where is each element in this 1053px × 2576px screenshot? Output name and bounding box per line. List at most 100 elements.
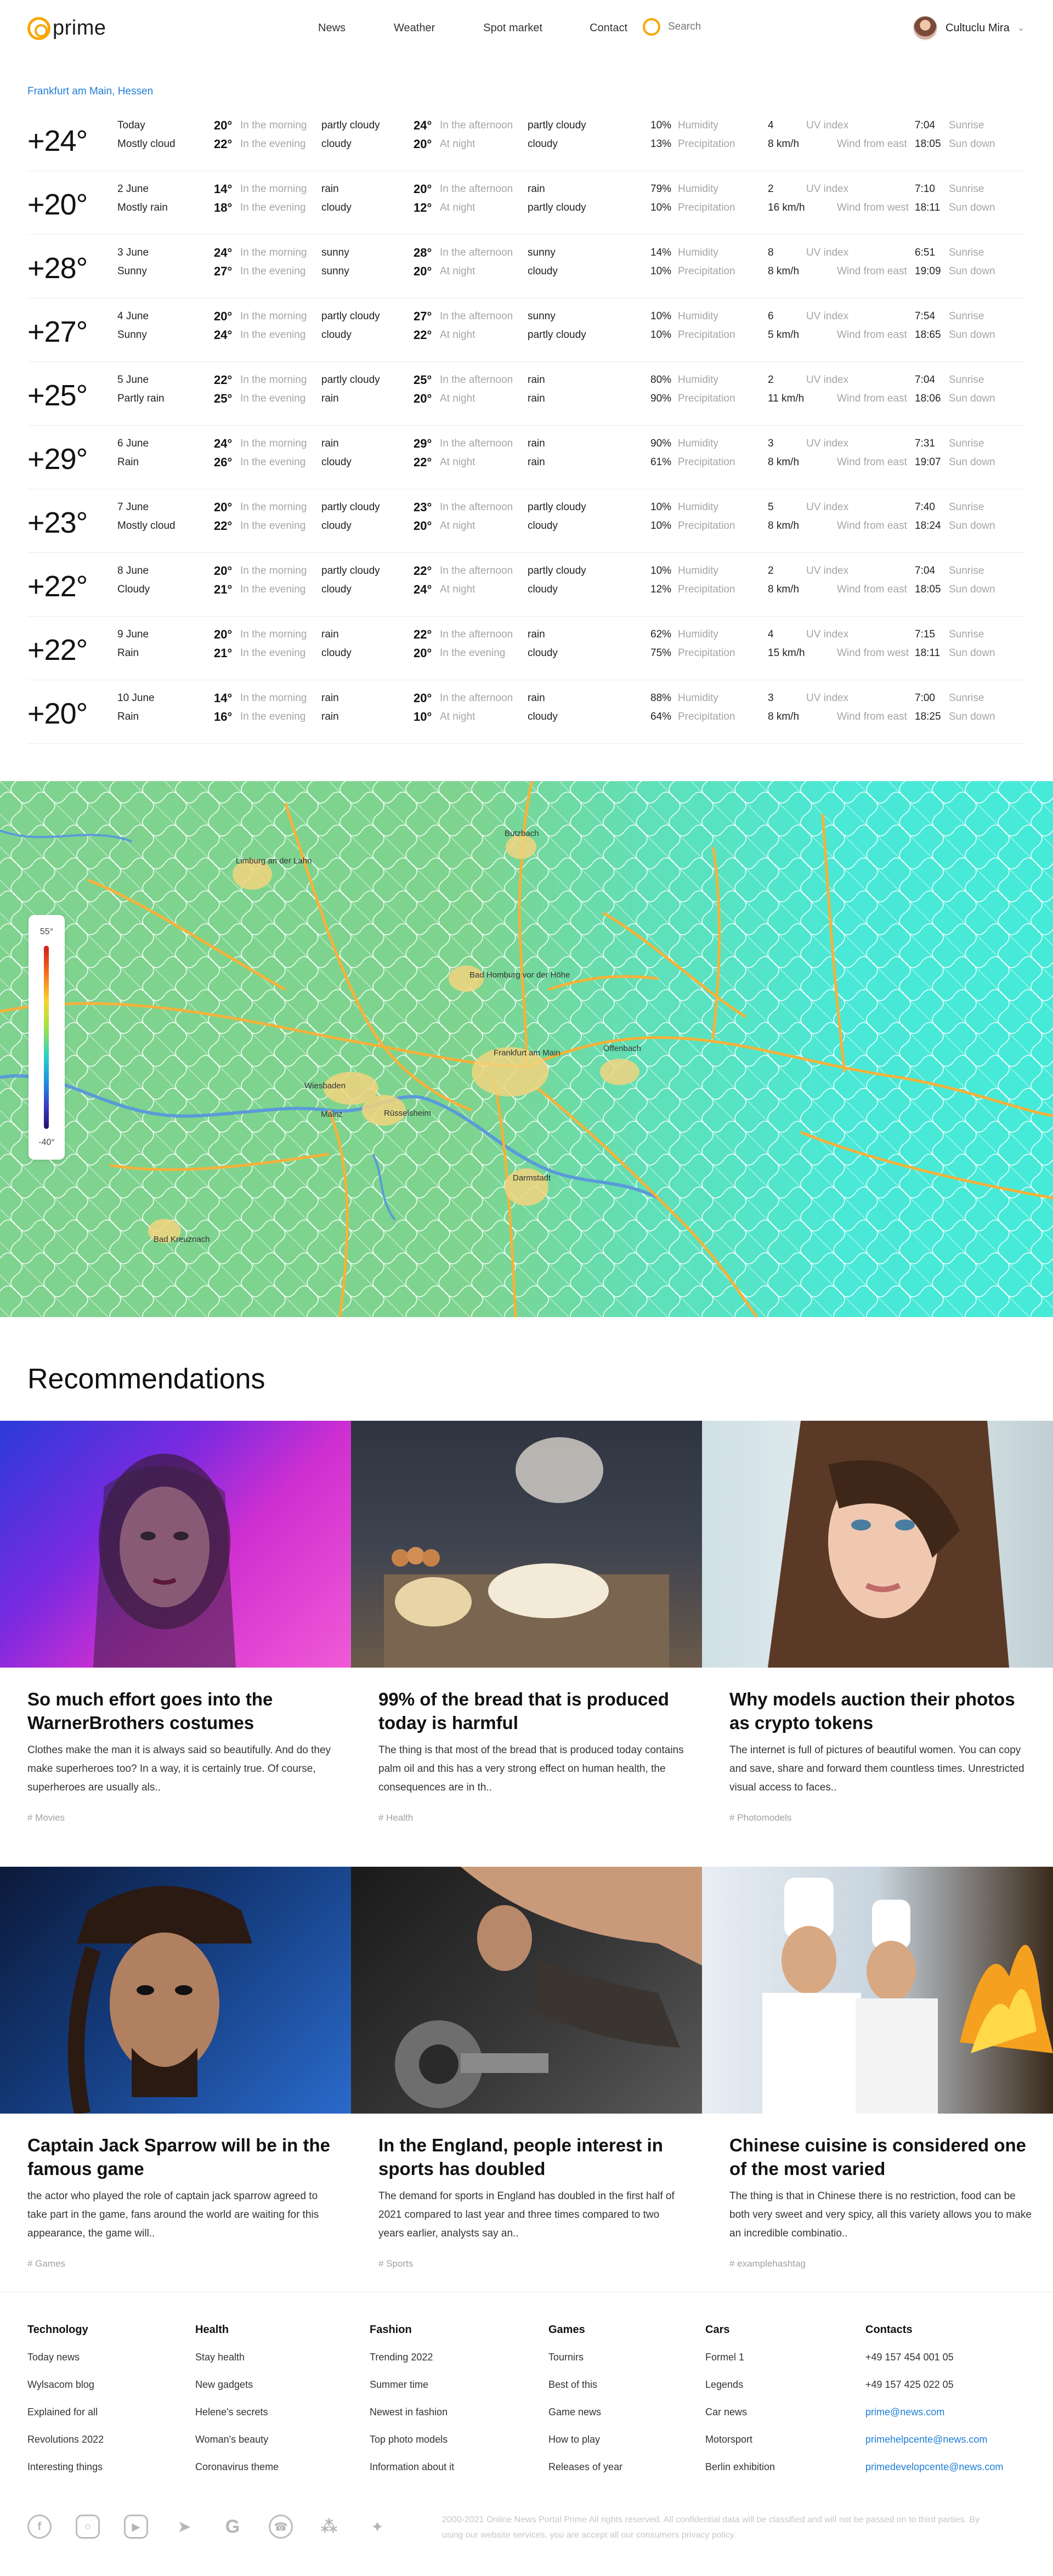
footer-link[interactable]: Stay health (195, 2352, 279, 2379)
article-image-chefs[interactable] (702, 1867, 1053, 2114)
footer-link[interactable]: Explained for all (27, 2406, 104, 2434)
article-title[interactable]: 99% of the bread that is produced today … (378, 1687, 686, 1735)
footer-link[interactable]: Revolutions 2022 (27, 2434, 104, 2461)
logo[interactable]: prime (27, 16, 106, 40)
footer-link[interactable]: How to play (548, 2434, 622, 2461)
twitter-icon[interactable]: ✦ (365, 2515, 389, 2539)
user-menu[interactable]: Cultuclu Mira ⌄ (913, 15, 1024, 41)
article-title[interactable]: Why models auction their photos as crypt… (729, 1687, 1037, 1735)
article-title[interactable]: So much effort goes into the WarnerBroth… (27, 1687, 335, 1735)
article-card[interactable]: So much effort goes into the WarnerBroth… (0, 1421, 351, 1823)
humidity-value: 79% (650, 183, 672, 195)
footer-link[interactable]: Helene's secrets (195, 2406, 279, 2434)
nav-link-contact[interactable]: Contact (590, 22, 627, 35)
article-card[interactable]: In the England, people interest in sport… (351, 1867, 702, 2269)
precipitation-value: 12% (650, 584, 672, 595)
footer-link[interactable]: Legends (705, 2379, 775, 2406)
weather-day-row[interactable]: +20° 2 June Mostly rain 14° In the morning ra… (27, 171, 1026, 235)
avatar[interactable] (913, 15, 938, 41)
facebook-icon[interactable]: f (27, 2515, 52, 2539)
article-image-costume[interactable] (0, 1421, 351, 1668)
article-image-pirate[interactable] (0, 1867, 351, 2114)
contact-email[interactable]: primedevelopcente@news.com (865, 2461, 1003, 2489)
footer-link[interactable]: Wylsacom blog (27, 2379, 104, 2406)
day-temperature: +24° (27, 125, 88, 157)
footer-link[interactable]: Interesting things (27, 2461, 104, 2489)
article-tag[interactable]: # Sports (378, 2258, 413, 2269)
footer-link[interactable]: Game news (548, 2406, 622, 2434)
article-card[interactable]: Why models auction their photos as crypt… (702, 1421, 1053, 1823)
weather-day-row[interactable]: +20° 10 June Rain 14° In the morning rain 16° I… (27, 680, 1026, 744)
telegram-icon[interactable]: ➤ (172, 2515, 196, 2539)
youtube-icon[interactable]: ▶ (124, 2515, 148, 2539)
article-image-bread[interactable] (351, 1421, 702, 1668)
weather-day-row[interactable]: +25° 5 June Partly rain 22° In the morning pa… (27, 362, 1026, 426)
article-title[interactable]: Chinese cuisine is considered one of the… (729, 2133, 1037, 2180)
weather-day-row[interactable]: +29° 6 June Rain 24° In the morning rain 26° In… (27, 426, 1026, 489)
instagram-icon[interactable]: ○ (76, 2515, 100, 2539)
footer-link[interactable]: Newest in fashion (370, 2406, 454, 2434)
whatsapp-icon[interactable]: ☎ (269, 2515, 293, 2539)
social-links: f ○ ▶ ➤ G ☎ ⁂ ✦ (27, 2515, 389, 2539)
footer-link[interactable]: Berlin exhibition (705, 2461, 775, 2489)
weather-day-row[interactable]: +28° 3 June Sunny 24° In the morning sunny 27°… (27, 235, 1026, 298)
precipitation-label: Precipitation (678, 520, 735, 532)
article-card[interactable]: Captain Jack Sparrow will be in the famo… (0, 1867, 351, 2269)
article-image-fitness[interactable] (351, 1867, 702, 2114)
footer-link[interactable]: Releases of year (548, 2461, 622, 2489)
weather-day-row[interactable]: +24° Today Mostly cloud 20° In the morning pa… (27, 108, 1026, 171)
article-title[interactable]: Captain Jack Sparrow will be in the famo… (27, 2133, 335, 2180)
weather-day-row[interactable]: +22° 8 June Cloudy 20° In the morning partly … (27, 553, 1026, 617)
footer-link[interactable]: Information about it (370, 2461, 454, 2489)
night-temp: 20° (414, 519, 432, 533)
contact-email[interactable]: primehelpcente@news.com (865, 2434, 1003, 2461)
footer-link[interactable]: Coronavirus theme (195, 2461, 279, 2489)
sunrise-label: Sunrise (949, 183, 984, 195)
nav-link-news[interactable]: News (318, 22, 346, 35)
footer-heading: Fashion (370, 2324, 412, 2336)
contact-email[interactable]: prime@news.com (865, 2406, 1003, 2434)
article-image-model[interactable] (702, 1421, 1053, 1668)
article-title[interactable]: In the England, people interest in sport… (378, 2133, 686, 2180)
article-tag[interactable]: # Photomodels (729, 1812, 791, 1823)
nav-link-spot-market[interactable]: Spot market (483, 22, 542, 35)
article-tag[interactable]: # Health (378, 1812, 413, 1823)
footer-link[interactable]: Tournirs (548, 2352, 622, 2379)
search-input[interactable] (668, 21, 778, 33)
nav-link-weather[interactable]: Weather (394, 22, 435, 35)
article-tag[interactable]: # examplehashtag (729, 2258, 806, 2269)
footer-link[interactable]: Car news (705, 2406, 775, 2434)
footer-link[interactable]: Best of this (548, 2379, 622, 2406)
sundown-time: 18:11 (915, 202, 941, 213)
morning-label: In the morning (240, 310, 307, 322)
chevron-down-icon[interactable]: ⌄ (1017, 22, 1024, 33)
weather-day-row[interactable]: +22° 9 June Rain 20° In the morning rain 21° In… (27, 617, 1026, 680)
google-icon[interactable]: G (220, 2515, 245, 2539)
footer-link[interactable]: Formel 1 (705, 2352, 775, 2379)
weather-day-row[interactable]: +23° 7 June Mostly cloud 20° In the morning p… (27, 489, 1026, 553)
footer-link[interactable]: Trending 2022 (370, 2352, 454, 2379)
footer-link[interactable]: Top photo models (370, 2434, 454, 2461)
contact-phone[interactable]: +49 157 454 001 05 (865, 2352, 1003, 2379)
article-tag[interactable]: # Movies (27, 1812, 65, 1823)
article-card[interactable]: 99% of the bread that is produced today … (351, 1421, 702, 1823)
footer-link[interactable]: Woman's beauty (195, 2434, 279, 2461)
rss-icon[interactable]: ⁂ (317, 2515, 341, 2539)
contact-phone[interactable]: +49 157 425 022 05 (865, 2379, 1003, 2406)
footer-link[interactable]: Motorsport (705, 2434, 775, 2461)
weather-map[interactable]: Frankfurt am Main Wiesbaden Mainz Darmst… (0, 781, 1053, 1317)
weather-location[interactable]: Frankfurt am Main, Hessen (27, 86, 153, 98)
footer-link[interactable]: Summer time (370, 2379, 454, 2406)
footer-link[interactable]: Today news (27, 2352, 104, 2379)
footer-link[interactable]: New gadgets (195, 2379, 279, 2406)
article-card[interactable]: Chinese cuisine is considered one of the… (702, 1867, 1053, 2269)
day-date: 5 June (117, 374, 149, 386)
morning-label: In the morning (240, 501, 307, 513)
article-tag[interactable]: # Games (27, 2258, 65, 2269)
evening-condition: rain (321, 711, 339, 722)
night-condition: cloudy (528, 647, 558, 659)
search-icon[interactable] (643, 18, 660, 36)
weather-day-row[interactable]: +27° 4 June Sunny 20° In the morning partly c… (27, 298, 1026, 362)
evening-label: In the evening (240, 138, 306, 150)
humidity-value: 10% (650, 565, 672, 577)
